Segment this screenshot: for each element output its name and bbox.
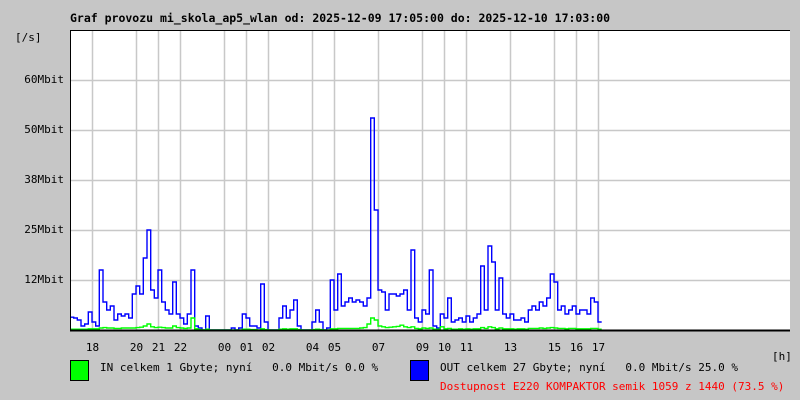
x-tick-label: 15 — [547, 341, 562, 354]
out-legend-text: OUT celkem 27 Gbyte; nyní 0.0 Mbit/s 25.… — [440, 361, 739, 374]
x-tick-label: 13 — [503, 341, 518, 354]
out-legend-swatch — [410, 360, 429, 381]
x-tick-label: 20 — [129, 341, 144, 354]
x-tick-label: 05 — [327, 341, 342, 354]
x-tick-label: 07 — [371, 341, 386, 354]
x-tick-label: 00 — [217, 341, 232, 354]
x-tick-label: 10 — [437, 341, 452, 354]
x-tick-label: 22 — [173, 341, 188, 354]
availability-text: Dostupnost E220 KOMPAKTOR semik 1059 z 1… — [440, 380, 785, 393]
x-tick-label: 09 — [415, 341, 430, 354]
x-tick-label: 11 — [459, 341, 474, 354]
x-tick-label: 02 — [261, 341, 276, 354]
x-tick-label: 16 — [569, 341, 584, 354]
in-legend-swatch — [70, 360, 89, 381]
y-tick-label: 25Mbit — [24, 222, 64, 236]
x-tick-label: 01 — [239, 341, 254, 354]
x-tick-label: 17 — [591, 341, 606, 354]
y-tick-label: 50Mbit — [24, 122, 64, 136]
x-tick-label: 21 — [151, 341, 166, 354]
x-tick-label: 18 — [85, 341, 100, 354]
in-legend-text: IN celkem 1 Gbyte; nyní 0.0 Mbit/s 0.0 % — [100, 361, 379, 374]
traffic-chart — [70, 30, 790, 332]
x-tick-label: 04 — [305, 341, 320, 354]
y-tick-label: 38Mbit — [24, 172, 64, 186]
y-tick-label: 12Mbit — [24, 272, 64, 286]
y-tick-label: 60Mbit — [24, 72, 64, 86]
